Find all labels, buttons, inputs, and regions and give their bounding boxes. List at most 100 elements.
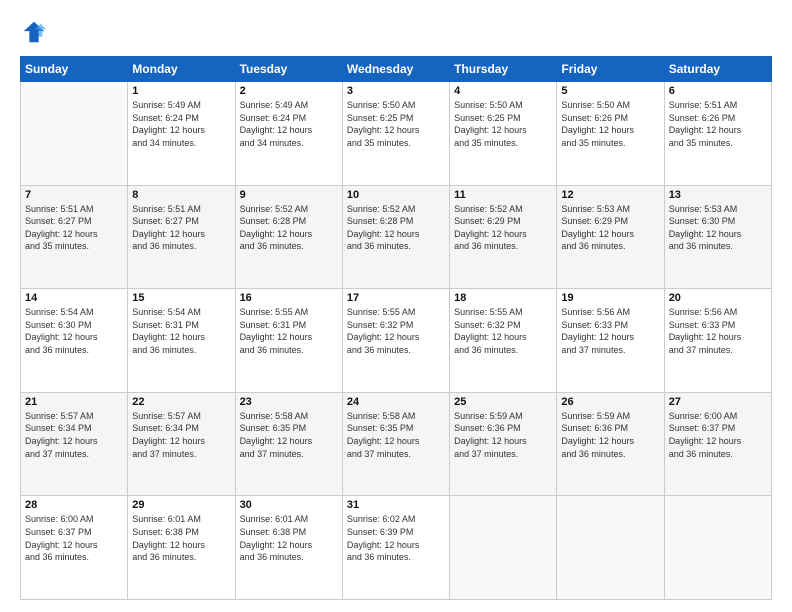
day-info: Sunrise: 5:52 AM Sunset: 6:28 PM Dayligh… [347,203,445,253]
day-info: Sunrise: 5:58 AM Sunset: 6:35 PM Dayligh… [347,410,445,460]
calendar-cell: 29 Sunrise: 6:01 AM Sunset: 6:38 PM Dayli… [128,496,235,600]
day-info: Sunrise: 5:53 AM Sunset: 6:30 PM Dayligh… [669,203,767,253]
calendar-header-monday: Monday [128,57,235,82]
day-number: 25 [454,396,552,408]
day-number: 23 [240,396,338,408]
calendar-cell: 7 Sunrise: 5:51 AM Sunset: 6:27 PM Daylig… [21,185,128,289]
day-info: Sunrise: 5:57 AM Sunset: 6:34 PM Dayligh… [25,410,123,460]
calendar-cell: 22 Sunrise: 5:57 AM Sunset: 6:34 PM Dayli… [128,392,235,496]
calendar-week-row: 21 Sunrise: 5:57 AM Sunset: 6:34 PM Dayli… [21,392,772,496]
calendar-header-sunday: Sunday [21,57,128,82]
calendar-cell: 3 Sunrise: 5:50 AM Sunset: 6:25 PM Daylig… [342,82,449,186]
day-info: Sunrise: 5:56 AM Sunset: 6:33 PM Dayligh… [561,306,659,356]
day-number: 5 [561,85,659,97]
calendar-cell: 25 Sunrise: 5:59 AM Sunset: 6:36 PM Dayli… [450,392,557,496]
calendar-week-row: 1 Sunrise: 5:49 AM Sunset: 6:24 PM Daylig… [21,82,772,186]
day-number: 29 [132,499,230,511]
calendar-cell: 14Sunrise: 5:54 AM Sunset: 6:30 PM Dayli… [21,289,128,393]
day-info: Sunrise: 6:01 AM Sunset: 6:38 PM Dayligh… [132,513,230,563]
calendar-cell: 21 Sunrise: 5:57 AM Sunset: 6:34 PM Dayli… [21,392,128,496]
logo-icon [20,18,48,46]
day-info: Sunrise: 5:55 AM Sunset: 6:32 PM Dayligh… [454,306,552,356]
day-number: 6 [669,85,767,97]
calendar-cell: 20 Sunrise: 5:56 AM Sunset: 6:33 PM Dayli… [664,289,771,393]
day-info: Sunrise: 5:50 AM Sunset: 6:25 PM Dayligh… [347,99,445,149]
day-number: 13 [669,189,767,201]
calendar-cell [557,496,664,600]
calendar-header-friday: Friday [557,57,664,82]
calendar-cell [664,496,771,600]
day-number: 11 [454,189,552,201]
calendar-cell: 4 Sunrise: 5:50 AM Sunset: 6:25 PM Daylig… [450,82,557,186]
day-info: Sunrise: 5:51 AM Sunset: 6:27 PM Dayligh… [132,203,230,253]
day-number: 22 [132,396,230,408]
day-info: Sunrise: 5:51 AM Sunset: 6:26 PM Dayligh… [669,99,767,149]
calendar-cell: 2 Sunrise: 5:49 AM Sunset: 6:24 PM Daylig… [235,82,342,186]
calendar-week-row: 28 Sunrise: 6:00 AM Sunset: 6:37 PM Dayli… [21,496,772,600]
calendar-cell [21,82,128,186]
calendar-cell: 1 Sunrise: 5:49 AM Sunset: 6:24 PM Daylig… [128,82,235,186]
day-number: 2 [240,85,338,97]
day-info: Sunrise: 6:02 AM Sunset: 6:39 PM Dayligh… [347,513,445,563]
day-number: 4 [454,85,552,97]
calendar-cell: 11Sunrise: 5:52 AM Sunset: 6:29 PM Dayli… [450,185,557,289]
calendar-cell: 17 Sunrise: 5:55 AM Sunset: 6:32 PM Dayli… [342,289,449,393]
day-number: 9 [240,189,338,201]
day-info: Sunrise: 5:59 AM Sunset: 6:36 PM Dayligh… [561,410,659,460]
day-info: Sunrise: 5:49 AM Sunset: 6:24 PM Dayligh… [240,99,338,149]
day-number: 28 [25,499,123,511]
day-info: Sunrise: 5:59 AM Sunset: 6:36 PM Dayligh… [454,410,552,460]
day-number: 30 [240,499,338,511]
day-info: Sunrise: 6:00 AM Sunset: 6:37 PM Dayligh… [25,513,123,563]
day-info: Sunrise: 5:50 AM Sunset: 6:26 PM Dayligh… [561,99,659,149]
calendar-cell: 13 Sunrise: 5:53 AM Sunset: 6:30 PM Dayli… [664,185,771,289]
calendar-cell: 15Sunrise: 5:54 AM Sunset: 6:31 PM Dayli… [128,289,235,393]
calendar-table: SundayMondayTuesdayWednesdayThursdayFrid… [20,56,772,600]
day-info: Sunrise: 5:53 AM Sunset: 6:29 PM Dayligh… [561,203,659,253]
day-info: Sunrise: 5:55 AM Sunset: 6:31 PM Dayligh… [240,306,338,356]
calendar-cell: 26Sunrise: 5:59 AM Sunset: 6:36 PM Dayli… [557,392,664,496]
day-number: 10 [347,189,445,201]
day-number: 12 [561,189,659,201]
day-info: Sunrise: 5:58 AM Sunset: 6:35 PM Dayligh… [240,410,338,460]
day-number: 27 [669,396,767,408]
day-number: 17 [347,292,445,304]
day-number: 16 [240,292,338,304]
day-info: Sunrise: 5:54 AM Sunset: 6:31 PM Dayligh… [132,306,230,356]
logo [20,18,52,46]
day-number: 7 [25,189,123,201]
day-number: 3 [347,85,445,97]
calendar-header-saturday: Saturday [664,57,771,82]
day-number: 21 [25,396,123,408]
day-number: 20 [669,292,767,304]
calendar-header-tuesday: Tuesday [235,57,342,82]
calendar-cell: 27 Sunrise: 6:00 AM Sunset: 6:37 PM Dayli… [664,392,771,496]
calendar-cell: 8 Sunrise: 5:51 AM Sunset: 6:27 PM Daylig… [128,185,235,289]
calendar-cell: 31Sunrise: 6:02 AM Sunset: 6:39 PM Dayli… [342,496,449,600]
calendar-cell: 12 Sunrise: 5:53 AM Sunset: 6:29 PM Dayli… [557,185,664,289]
day-info: Sunrise: 5:51 AM Sunset: 6:27 PM Dayligh… [25,203,123,253]
calendar-cell [450,496,557,600]
calendar-week-row: 14Sunrise: 5:54 AM Sunset: 6:30 PM Dayli… [21,289,772,393]
day-info: Sunrise: 5:49 AM Sunset: 6:24 PM Dayligh… [132,99,230,149]
day-info: Sunrise: 5:57 AM Sunset: 6:34 PM Dayligh… [132,410,230,460]
calendar-cell: 16 Sunrise: 5:55 AM Sunset: 6:31 PM Dayli… [235,289,342,393]
calendar-cell: 24Sunrise: 5:58 AM Sunset: 6:35 PM Dayli… [342,392,449,496]
calendar-cell: 10 Sunrise: 5:52 AM Sunset: 6:28 PM Dayli… [342,185,449,289]
day-info: Sunrise: 5:52 AM Sunset: 6:28 PM Dayligh… [240,203,338,253]
header [20,18,772,46]
calendar-header-thursday: Thursday [450,57,557,82]
calendar-cell: 5 Sunrise: 5:50 AM Sunset: 6:26 PM Daylig… [557,82,664,186]
day-info: Sunrise: 5:50 AM Sunset: 6:25 PM Dayligh… [454,99,552,149]
calendar-week-row: 7 Sunrise: 5:51 AM Sunset: 6:27 PM Daylig… [21,185,772,289]
day-number: 8 [132,189,230,201]
day-number: 14 [25,292,123,304]
day-number: 18 [454,292,552,304]
day-number: 19 [561,292,659,304]
day-number: 1 [132,85,230,97]
day-info: Sunrise: 5:56 AM Sunset: 6:33 PM Dayligh… [669,306,767,356]
day-info: Sunrise: 5:55 AM Sunset: 6:32 PM Dayligh… [347,306,445,356]
calendar-cell: 30Sunrise: 6:01 AM Sunset: 6:38 PM Dayli… [235,496,342,600]
day-info: Sunrise: 6:00 AM Sunset: 6:37 PM Dayligh… [669,410,767,460]
calendar-cell: 9 Sunrise: 5:52 AM Sunset: 6:28 PM Daylig… [235,185,342,289]
